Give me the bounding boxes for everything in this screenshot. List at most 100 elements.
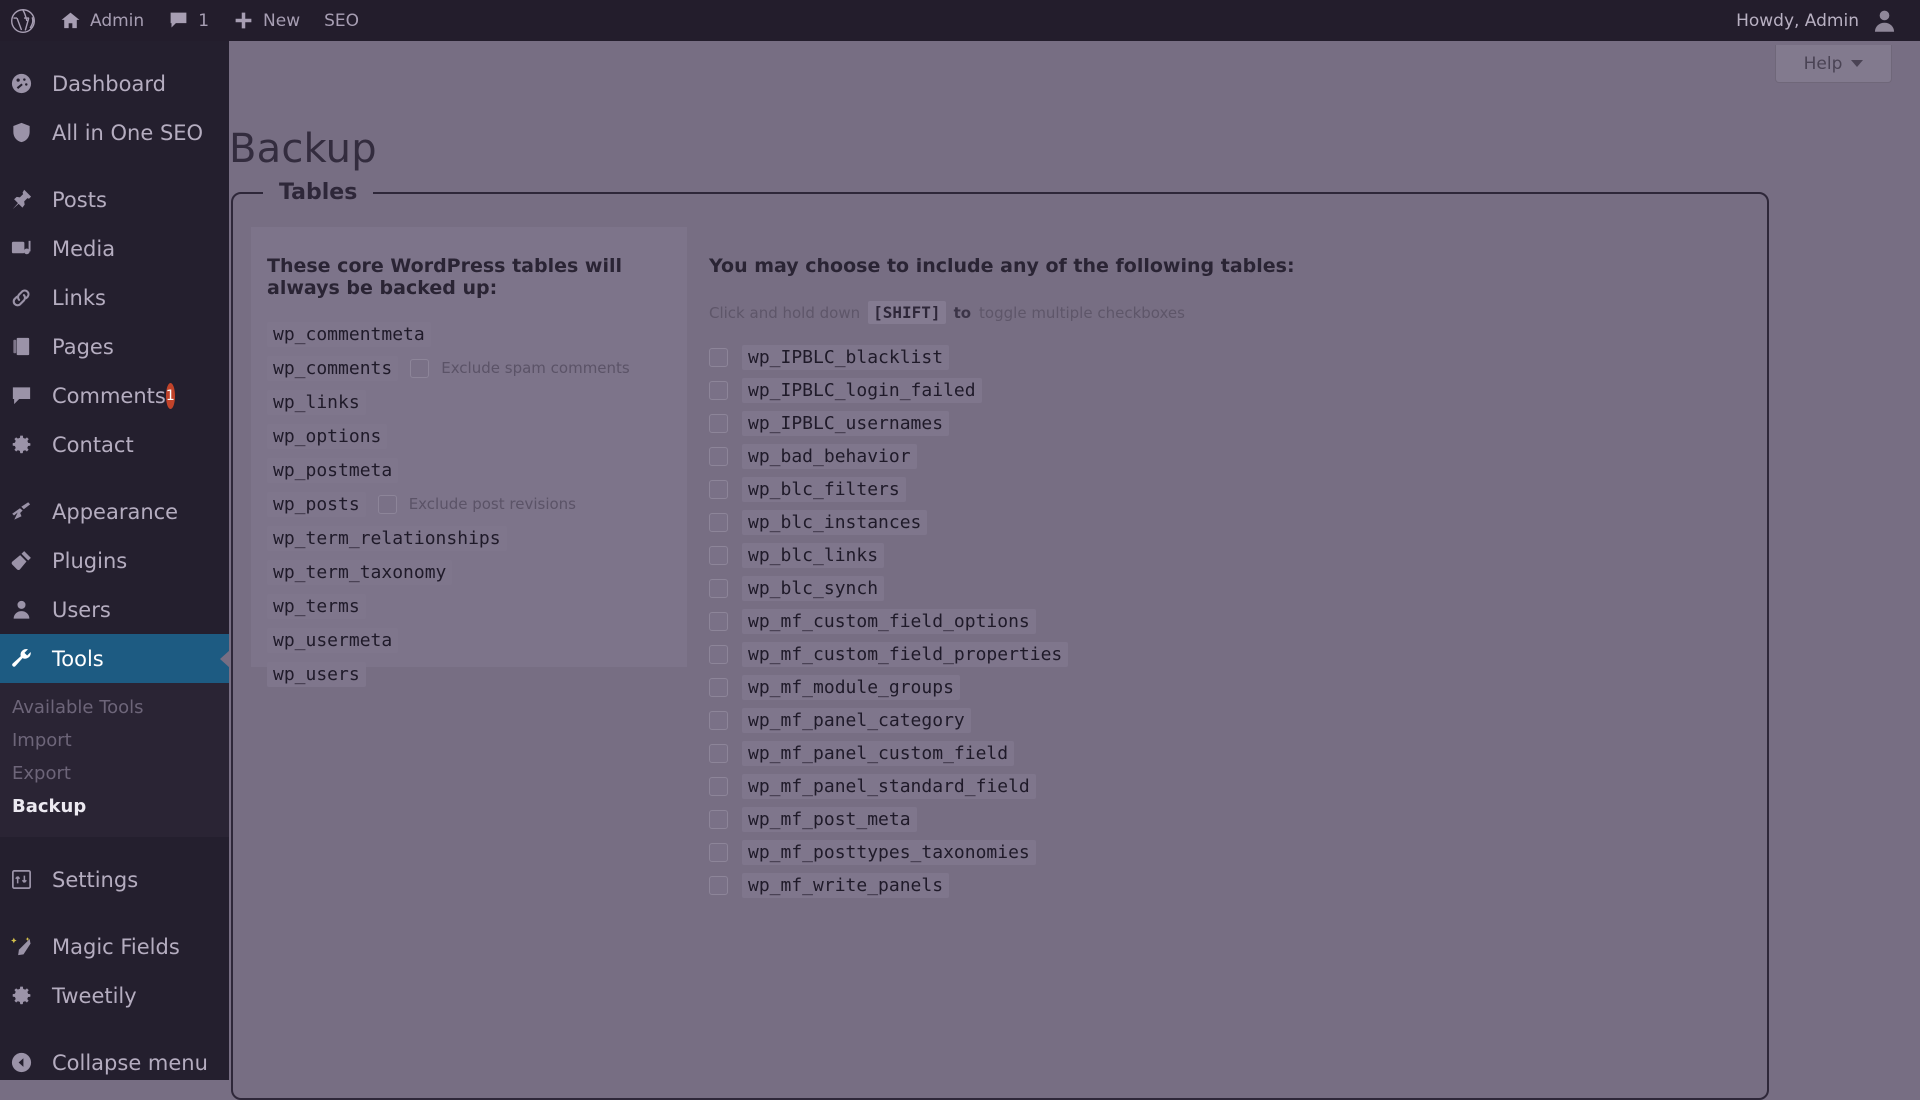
menu-spacer (0, 837, 229, 855)
optional-table-row[interactable]: wp_mf_posttypes_taxonomies (709, 839, 1739, 865)
core-table-name: wp_users (267, 661, 366, 687)
submenu-item-available-tools[interactable]: Available Tools (0, 691, 229, 724)
greeting-label: Howdy, Admin (1736, 10, 1859, 31)
optional-table-checkbox[interactable] (709, 875, 728, 895)
sidebar-item-dashboard[interactable]: Dashboard (0, 59, 229, 108)
sidebar-item-contact[interactable]: Contact (0, 420, 229, 469)
plug-icon (10, 549, 52, 572)
optional-table-row[interactable]: wp_blc_links (709, 542, 1739, 568)
sidebar-item-users[interactable]: Users (0, 585, 229, 634)
optional-table-checkbox[interactable] (709, 347, 728, 367)
sidebar-item-media[interactable]: Media (0, 224, 229, 273)
sidebar-item-plugins[interactable]: Plugins (0, 536, 229, 585)
core-table-name: wp_postmeta (267, 457, 399, 483)
core-table-option-checkbox[interactable] (410, 358, 430, 378)
optional-table-row[interactable]: wp_mf_panel_custom_field (709, 740, 1739, 766)
wrench-icon (10, 647, 52, 670)
collapse-arrow-icon (10, 1051, 52, 1074)
optional-tables-list: wp_IPBLC_blacklist wp_IPBLC_login_failedw… (709, 344, 1739, 898)
optional-table-row[interactable]: wp_mf_custom_field_properties (709, 641, 1739, 667)
submenu-item-backup[interactable]: Backup (0, 790, 229, 823)
optional-table-row[interactable]: wp_mf_panel_category (709, 707, 1739, 733)
optional-table-checkbox[interactable] (709, 710, 728, 730)
sidebar-item-label: All in One SEO (52, 120, 204, 145)
admin-site-name-button[interactable]: Admin (48, 0, 156, 41)
sidebar-item-magic-fields[interactable]: Magic Fields (0, 922, 229, 971)
optional-table-row[interactable]: wp_mf_custom_field_options (709, 608, 1739, 634)
optional-table-checkbox[interactable] (709, 842, 728, 862)
sidebar-item-tweetily[interactable]: Tweetily (0, 971, 229, 1020)
optional-table-row[interactable]: wp_mf_panel_standard_field (709, 773, 1739, 799)
comment-bubble-icon (168, 10, 189, 31)
main-content-area: Help Backup Tables These core WordPress … (229, 41, 1920, 1100)
sidebar-item-comments[interactable]: Comments 1 (0, 371, 229, 420)
optional-table-checkbox[interactable] (709, 809, 728, 829)
optional-table-checkbox[interactable] (709, 545, 728, 565)
sidebar-item-tools[interactable]: Tools (0, 634, 229, 683)
optional-table-row[interactable]: wp_IPBLC_blacklist (709, 344, 1739, 370)
optional-table-name: wp_blc_links (742, 542, 885, 568)
optional-table-checkbox[interactable] (709, 446, 728, 466)
optional-table-name: wp_blc_instances (742, 509, 928, 535)
sidebar-item-pages[interactable]: Pages (0, 322, 229, 371)
seo-menu-button[interactable]: SEO (312, 0, 371, 41)
optional-table-row[interactable]: wp_mf_module_groups (709, 674, 1739, 700)
wordpress-logo-button[interactable] (0, 0, 48, 41)
collapse-menu-button[interactable]: Collapse menu (0, 1038, 229, 1080)
comments-bubble-button[interactable]: 1 (156, 0, 221, 41)
optional-table-row[interactable]: wp_IPBLC_login_failed (709, 377, 1739, 403)
sidebar-item-settings[interactable]: Settings (0, 855, 229, 904)
shift-hint-mid: to (953, 303, 972, 322)
optional-table-name: wp_mf_custom_field_options (742, 608, 1036, 634)
optional-table-checkbox[interactable] (709, 413, 728, 433)
account-menu[interactable]: Howdy, Admin (1736, 7, 1920, 34)
sidebar-item-label: Plugins (52, 548, 128, 573)
optional-table-checkbox[interactable] (709, 512, 728, 532)
core-tables-list: wp_commentmeta wp_comments Exclude spam co… (267, 321, 671, 687)
pages-icon (10, 335, 52, 358)
optional-table-row[interactable]: wp_IPBLC_usernames (709, 410, 1739, 436)
core-table-row: wp_terms (267, 593, 671, 619)
core-table-name: wp_term_taxonomy (267, 559, 453, 585)
optional-table-name: wp_mf_post_meta (742, 806, 917, 832)
sidebar-item-label: Tools (52, 646, 104, 671)
submenu-item-export[interactable]: Export (0, 757, 229, 790)
optional-table-name: wp_blc_filters (742, 476, 906, 502)
sidebar-item-all-in-one-seo[interactable]: All in One SEO (0, 108, 229, 157)
optional-table-row[interactable]: wp_blc_instances (709, 509, 1739, 535)
core-table-option-checkbox[interactable] (377, 494, 397, 514)
optional-table-row[interactable]: wp_bad_behavior (709, 443, 1739, 469)
sidebar-item-posts[interactable]: Posts (0, 175, 229, 224)
sidebar-item-label: Tweetily (52, 983, 137, 1008)
sidebar-item-label: Media (52, 236, 116, 261)
optional-table-checkbox[interactable] (709, 644, 728, 664)
home-icon (60, 10, 81, 31)
optional-table-checkbox[interactable] (709, 677, 728, 697)
new-content-label: New (263, 10, 301, 31)
optional-table-name: wp_mf_posttypes_taxonomies (742, 839, 1036, 865)
sidebar-item-appearance[interactable]: Appearance (0, 487, 229, 536)
optional-table-name: wp_bad_behavior (742, 443, 917, 469)
menu-spacer (0, 157, 229, 175)
core-table-name: wp_usermeta (267, 627, 399, 653)
optional-table-checkbox[interactable] (709, 776, 728, 796)
optional-table-checkbox[interactable] (709, 380, 728, 400)
optional-table-row[interactable]: wp_mf_post_meta (709, 806, 1739, 832)
new-content-button[interactable]: New (221, 0, 312, 41)
optional-table-name: wp_blc_synch (742, 575, 885, 601)
core-table-name: wp_terms (267, 593, 366, 619)
optional-table-row[interactable]: wp_blc_filters (709, 476, 1739, 502)
optional-table-row[interactable]: wp_mf_write_panels (709, 872, 1739, 898)
sidebar-item-label: Settings (52, 867, 139, 892)
optional-table-checkbox[interactable] (709, 479, 728, 499)
submenu-item-import[interactable]: Import (0, 724, 229, 757)
sidebar-item-label: Pages (52, 334, 114, 359)
core-table-name: wp_links (267, 389, 366, 415)
wordpress-logo-icon (10, 8, 36, 34)
optional-table-checkbox[interactable] (709, 743, 728, 763)
sidebar-item-links[interactable]: Links (0, 273, 229, 322)
optional-table-checkbox[interactable] (709, 611, 728, 631)
settings-icon (10, 868, 52, 891)
optional-table-checkbox[interactable] (709, 578, 728, 598)
optional-table-row[interactable]: wp_blc_synch (709, 575, 1739, 601)
